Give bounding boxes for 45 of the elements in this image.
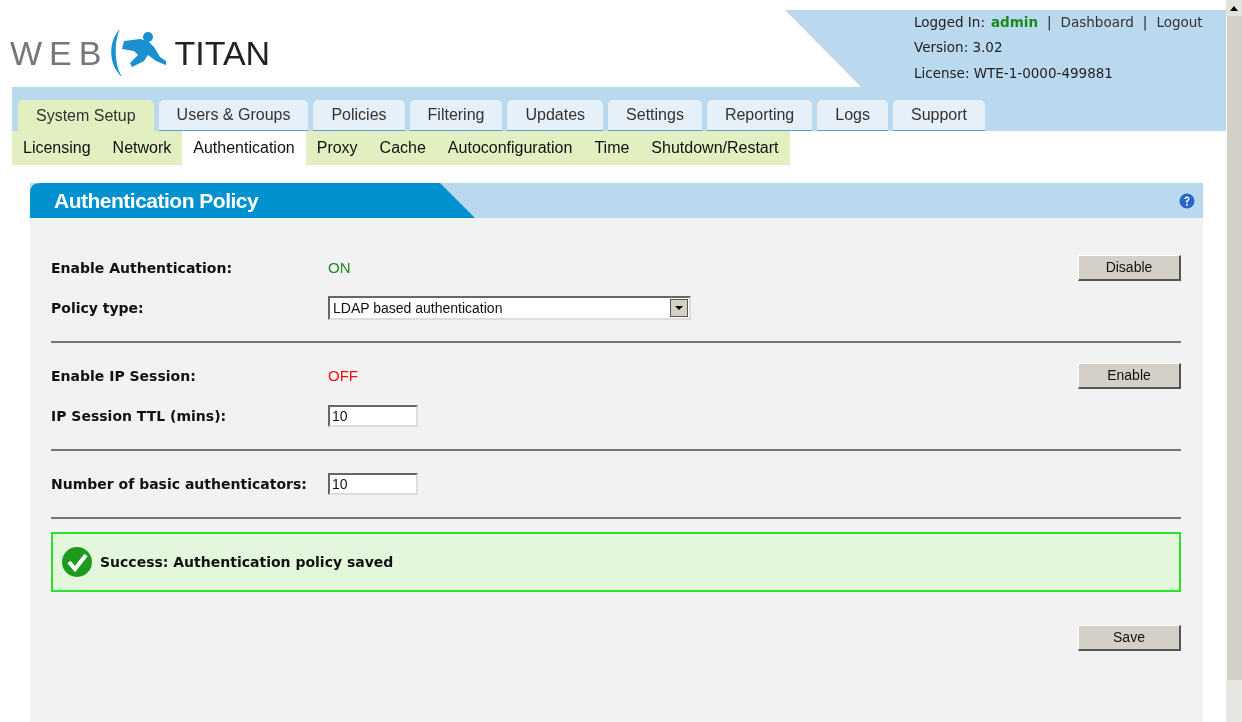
- nav-tab[interactable]: Logs: [817, 100, 888, 131]
- message-text: Success: Authentication policy saved: [100, 552, 394, 572]
- status-value: ON: [328, 257, 351, 278]
- field-label: IP Session TTL (mins):: [51, 406, 228, 426]
- nav-tab[interactable]: Support: [892, 100, 985, 131]
- select-field[interactable]: LDAP based authentication: [328, 296, 691, 320]
- license-text: License: WTE-1-0000-499881: [914, 63, 1114, 83]
- sub-tab[interactable]: Autoconfiguration: [436, 131, 584, 165]
- field-label: Enable IP Session:: [51, 366, 197, 386]
- sub-tab[interactable]: Authentication: [182, 131, 306, 165]
- separator: |: [1046, 13, 1053, 33]
- scrollbar[interactable]: [1226, 0, 1242, 722]
- field-label: Enable Authentication:: [51, 258, 233, 278]
- sub-tab[interactable]: Cache: [368, 131, 437, 165]
- panel-title: Authentication Policy: [54, 187, 259, 214]
- toggle-button[interactable]: Enable: [1078, 363, 1181, 389]
- check-icon: [61, 546, 93, 578]
- sub-tab[interactable]: Proxy: [305, 131, 369, 165]
- input-field[interactable]: 10: [328, 473, 418, 495]
- field-label: Policy type:: [51, 298, 145, 318]
- input-field[interactable]: 10: [328, 405, 418, 427]
- help-icon[interactable]: [1179, 192, 1195, 209]
- logo-text: TITAN: [174, 36, 271, 70]
- nav-tab[interactable]: Settings: [608, 100, 702, 131]
- username: admin: [990, 13, 1039, 32]
- sub-tab[interactable]: Network: [101, 131, 183, 165]
- nav-tab[interactable]: Policies: [313, 100, 405, 131]
- status-value: OFF: [328, 365, 358, 386]
- logged-in-label: Logged In:: [914, 13, 985, 32]
- nav-tab[interactable]: Users & Groups: [158, 100, 309, 131]
- logo-text: WEB: [10, 36, 109, 70]
- header-link[interactable]: Dashboard: [1060, 12, 1134, 33]
- nav-tab[interactable]: Reporting: [706, 100, 813, 131]
- version-text: Version: 3.02: [914, 38, 1004, 58]
- sub-tab[interactable]: Shutdown/Restart: [640, 131, 790, 165]
- header-link[interactable]: Logout: [1156, 12, 1203, 33]
- nav-tab[interactable]: System Setup: [18, 100, 154, 131]
- nav-tab[interactable]: Updates: [507, 100, 604, 131]
- separator: |: [1141, 13, 1149, 33]
- nav-tab[interactable]: Filtering: [409, 100, 503, 131]
- field-label: Number of basic authenticators:: [51, 474, 308, 494]
- sub-tab[interactable]: Time: [583, 131, 641, 165]
- toggle-button[interactable]: Disable: [1078, 255, 1181, 281]
- save-button[interactable]: Save: [1078, 625, 1181, 651]
- sub-tab[interactable]: Licensing: [12, 131, 102, 165]
